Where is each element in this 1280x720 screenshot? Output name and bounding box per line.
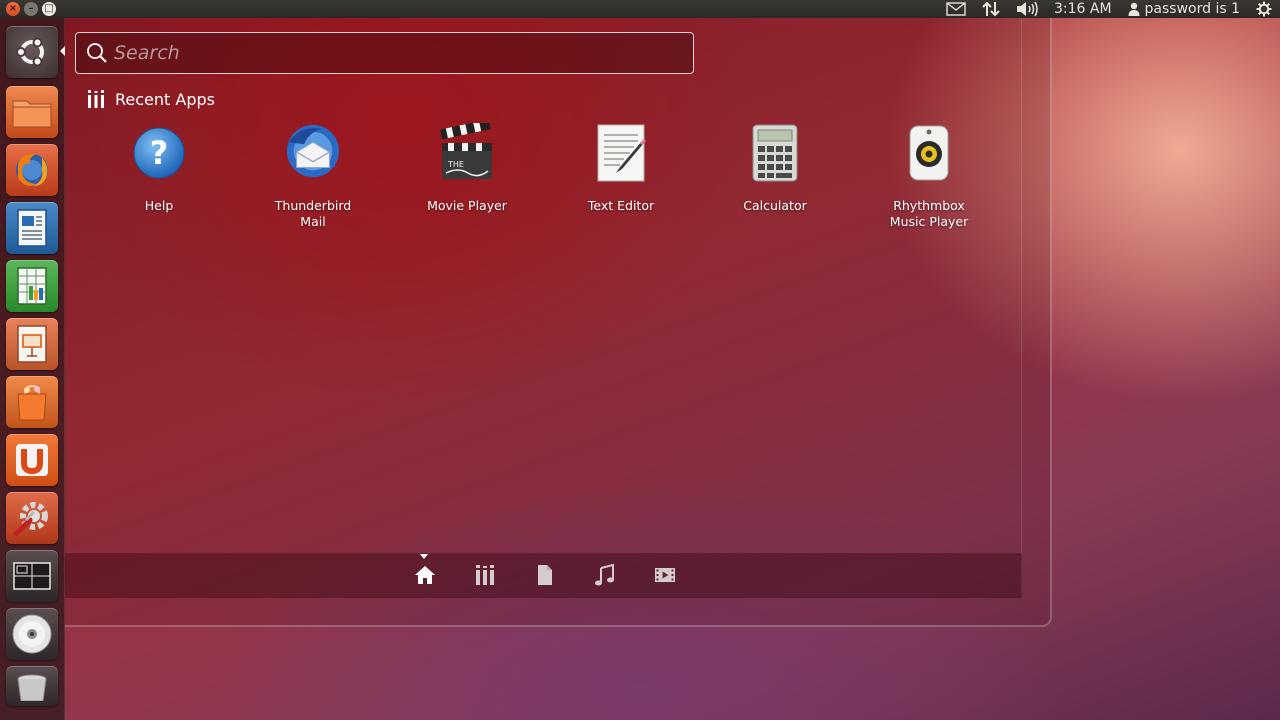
presentation-icon: [17, 325, 47, 363]
svg-text:?: ?: [150, 134, 169, 172]
app-label: Thunderbird Mail: [274, 198, 352, 229]
recent-apps-title: Recent Apps: [115, 89, 215, 109]
top-panel: × – □ 3:16 AM password is 1: [0, 0, 1280, 18]
app-tile-calculator[interactable]: Calculator: [701, 120, 849, 214]
active-lens-pointer: [420, 554, 428, 559]
search-input[interactable]: [114, 34, 693, 72]
apps-icon: [476, 565, 494, 585]
settings-icon: [13, 502, 48, 537]
indicator-area: 3:16 AM password is 1: [938, 0, 1280, 18]
svg-text:THE: THE: [447, 160, 464, 169]
app-label: Text Editor: [587, 198, 655, 213]
lens-bar: [65, 553, 1022, 598]
launcher: [0, 18, 65, 720]
launcher-ubuntu-one[interactable]: [6, 434, 58, 486]
dash-content: Recent Apps ? Help: [65, 18, 1022, 598]
launcher-impress[interactable]: [6, 318, 58, 370]
close-window-button[interactable]: ×: [6, 2, 20, 16]
launcher-system-settings[interactable]: [6, 492, 58, 544]
home-icon: [415, 566, 435, 584]
files-icon: [538, 565, 552, 585]
window-controls: × – □: [6, 2, 56, 16]
launcher-workspace-switcher[interactable]: [6, 550, 58, 602]
speaker-icon: [899, 120, 959, 186]
text-editor-icon: [591, 120, 651, 186]
launcher-trash[interactable]: [6, 666, 58, 706]
clapperboard-icon: THE: [437, 120, 497, 186]
network-indicator[interactable]: [974, 0, 1008, 18]
spreadsheet-icon: [17, 267, 47, 305]
gear-icon: [1256, 1, 1272, 17]
app-label: Help: [144, 198, 174, 213]
user-indicator[interactable]: password is 1: [1120, 0, 1248, 18]
app-tile-thunderbird-mail[interactable]: Thunderbird Mail: [239, 120, 387, 230]
launcher-cd-drive[interactable]: [6, 608, 58, 660]
calculator-icon: [745, 120, 805, 186]
apps-category-icon: [88, 90, 104, 108]
search-icon: [86, 42, 108, 64]
ubuntu-logo-icon: [16, 37, 44, 67]
app-tile-rhythmbox[interactable]: Rhythmbox Music Player: [855, 120, 1003, 230]
app-label: Rhythmbox Music Player: [889, 198, 969, 229]
clock: 3:16 AM: [1053, 1, 1112, 17]
launcher-software-center[interactable]: [6, 376, 58, 428]
workspaces-icon: [13, 562, 51, 590]
minimize-window-button[interactable]: –: [24, 2, 38, 16]
launcher-firefox[interactable]: [6, 144, 58, 196]
lens-music[interactable]: [593, 563, 617, 587]
recent-apps-header[interactable]: Recent Apps: [87, 88, 215, 110]
lens-files[interactable]: [533, 563, 557, 587]
user-name: password is 1: [1144, 1, 1240, 17]
disc-icon: [12, 614, 52, 654]
app-tile-text-editor[interactable]: Text Editor: [547, 120, 695, 214]
volume-icon: [1016, 1, 1038, 17]
clock-indicator[interactable]: 3:16 AM: [1046, 0, 1120, 18]
app-label: Calculator: [743, 198, 807, 213]
shopping-bag-icon: [17, 384, 47, 421]
launcher-files[interactable]: [6, 86, 58, 138]
app-tile-movie-player[interactable]: THE Movie Player: [393, 120, 541, 214]
session-indicator[interactable]: [1248, 0, 1280, 18]
launcher-calc[interactable]: [6, 260, 58, 312]
app-label: Movie Player: [427, 198, 507, 213]
app-tile-help[interactable]: ? Help: [85, 120, 233, 214]
thunderbird-icon: [283, 120, 343, 186]
launcher-dash-home[interactable]: [6, 26, 65, 78]
help-icon: ?: [129, 120, 189, 186]
music-icon: [595, 564, 614, 586]
launcher-writer[interactable]: [6, 202, 58, 254]
messaging-indicator[interactable]: [938, 0, 974, 18]
maximize-window-button[interactable]: □: [42, 2, 56, 16]
writer-icon: [17, 209, 47, 247]
network-icon: [982, 1, 1000, 17]
video-icon: [655, 568, 675, 582]
trash-icon: [17, 674, 47, 701]
lens-video[interactable]: [653, 563, 677, 587]
firefox-icon: [16, 153, 48, 186]
dash-overlay: Recent Apps ? Help: [65, 18, 1052, 627]
mail-icon: [946, 2, 966, 16]
folder-icon: [12, 100, 52, 128]
lens-applications[interactable]: [473, 563, 497, 587]
sound-indicator[interactable]: [1008, 0, 1046, 18]
user-icon: [1128, 2, 1140, 16]
ubuntu-one-icon: [16, 444, 48, 476]
search-box: [75, 32, 694, 74]
lens-home[interactable]: [413, 563, 437, 587]
